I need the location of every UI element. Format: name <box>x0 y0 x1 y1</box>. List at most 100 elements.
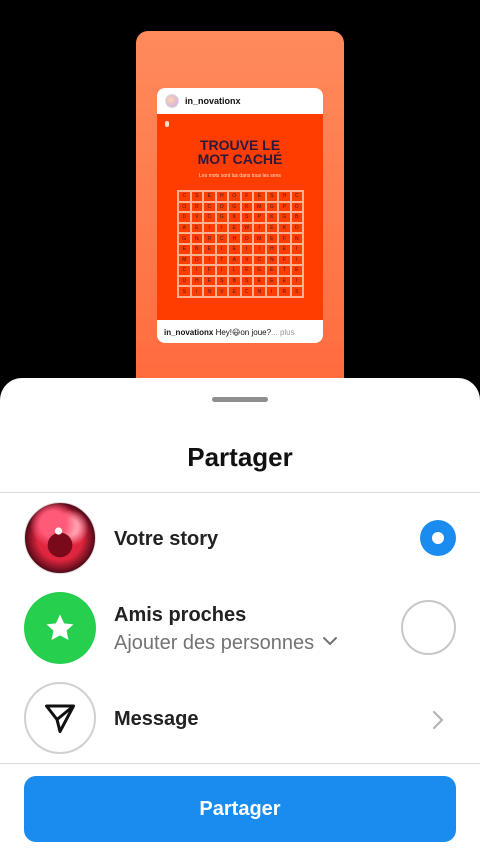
grid-cell: M <box>253 201 266 213</box>
grid-cell: S <box>178 286 191 297</box>
grid-cell: I <box>253 244 266 255</box>
grid-cell: O <box>290 201 303 213</box>
post-title: TROUVE LE MOT CACHÉ <box>197 137 283 167</box>
grid-cell: O <box>228 191 241 202</box>
grid-cell: H <box>190 275 203 287</box>
grid-cell: N <box>290 233 303 244</box>
grid-cell: G <box>253 265 266 276</box>
word-search-grid: CSEHOFESHCORCOGKMGPODVCGKSPKGBAEIIEWIEKO… <box>177 190 304 298</box>
post-image: TROUVE LE MOT CACHÉ Les mots sont lus da… <box>157 114 323 320</box>
grid-cell: R <box>278 286 291 297</box>
grid-cell: N <box>190 244 203 255</box>
option-your-story[interactable]: Votre story <box>0 502 480 582</box>
radio-selected-icon[interactable] <box>420 520 456 556</box>
grid-cell: I <box>215 244 228 255</box>
grid-cell: O <box>178 201 191 213</box>
grid-cell: R <box>190 201 203 213</box>
grid-cell: K <box>265 212 278 223</box>
divider <box>0 492 480 493</box>
add-people-dropdown[interactable]: Ajouter des personnes <box>114 632 338 655</box>
grid-cell: G <box>278 212 291 223</box>
chevron-right-icon[interactable] <box>428 708 448 737</box>
option-message[interactable]: Message <box>0 682 480 758</box>
grid-cell: F <box>278 254 291 266</box>
grid-cell: S <box>240 212 253 223</box>
grid-cell: O <box>215 201 228 213</box>
grid-cell: I <box>215 222 228 234</box>
sheet-drag-handle[interactable] <box>212 397 268 402</box>
post-username: in_novationx <box>185 96 241 106</box>
grid-cell: O <box>290 222 303 234</box>
grid-cell: C <box>253 254 266 266</box>
divider <box>0 763 480 764</box>
grid-cell: I <box>290 244 303 255</box>
grid-cell: E <box>290 265 303 276</box>
grid-cell: G <box>265 201 278 213</box>
grid-cell: T <box>278 265 291 276</box>
grid-cell: E <box>278 244 291 255</box>
option-title: Message <box>114 708 199 730</box>
grid-cell: B <box>290 212 303 223</box>
grid-cell: I <box>190 265 203 276</box>
radio-unselected-icon[interactable] <box>401 600 456 655</box>
post-caption: in_novationx Hey!😃on joue?... plus <box>164 328 295 337</box>
grid-cell: I <box>253 222 266 234</box>
grid-cell: V <box>240 254 253 266</box>
grid-cell: M <box>253 233 266 244</box>
grid-cell: H <box>215 191 228 202</box>
grid-cell: I <box>190 286 203 297</box>
grid-cell: N <box>190 233 203 244</box>
sheet-title: Partager <box>187 442 293 472</box>
grid-cell: E <box>265 275 278 287</box>
chevron-down-icon <box>322 632 338 655</box>
grid-cell: E <box>203 275 216 287</box>
grid-cell: E <box>278 275 291 287</box>
grid-cell: E <box>178 244 191 255</box>
grid-cell: E <box>253 191 266 202</box>
option-subtitle: Ajouter des personnes <box>114 632 315 654</box>
grid-cell: N <box>253 286 266 297</box>
grid-cell: H <box>265 244 278 255</box>
grid-cell: P <box>253 212 266 223</box>
grid-cell: C <box>178 265 191 276</box>
grid-cell: C <box>240 286 253 297</box>
grid-cell: C <box>215 233 228 244</box>
grid-cell: G <box>215 212 228 223</box>
shared-post-card: in_novationx TROUVE LE MOT CACHÉ Les mot… <box>157 88 323 343</box>
grid-cell: K <box>278 222 291 234</box>
grid-cell: K <box>240 201 253 213</box>
grid-cell: G <box>178 233 191 244</box>
avatar <box>24 502 96 574</box>
grid-cell: S <box>265 191 278 202</box>
option-close-friends[interactable]: Amis proches Ajouter des personnes <box>0 592 480 672</box>
grid-cell: E <box>253 275 266 287</box>
option-title: Votre story <box>114 528 219 550</box>
grid-cell: C <box>290 191 303 202</box>
grid-cell: E <box>190 222 203 234</box>
grid-cell: O <box>190 254 203 266</box>
grid-cell: V <box>215 286 228 297</box>
grid-cell: G <box>228 201 241 213</box>
grid-cell: F <box>240 191 253 202</box>
grid-cell: E <box>265 233 278 244</box>
story-preview: in_novationx TROUVE LE MOT CACHÉ Les mot… <box>136 31 344 391</box>
grid-cell: S <box>215 275 228 287</box>
grid-cell: E <box>240 265 253 276</box>
grid-cell: B <box>228 275 241 287</box>
grid-cell: C <box>178 191 191 202</box>
grid-cell: D <box>178 212 191 223</box>
send-icon <box>24 682 96 754</box>
grid-cell: H <box>278 191 291 202</box>
grid-cell: H <box>228 233 241 244</box>
grid-cell: L <box>228 265 241 276</box>
grid-cell: E <box>228 244 241 255</box>
star-icon <box>24 592 96 664</box>
grid-cell: W <box>240 222 253 234</box>
caption-text: Hey!😃on joue? <box>213 328 272 337</box>
grid-cell: E <box>203 244 216 255</box>
share-button[interactable]: Partager <box>24 776 456 842</box>
grid-cell: K <box>228 212 241 223</box>
grid-cell: E <box>265 222 278 234</box>
grid-cell: I <box>203 254 216 266</box>
grid-cell: R <box>203 233 216 244</box>
